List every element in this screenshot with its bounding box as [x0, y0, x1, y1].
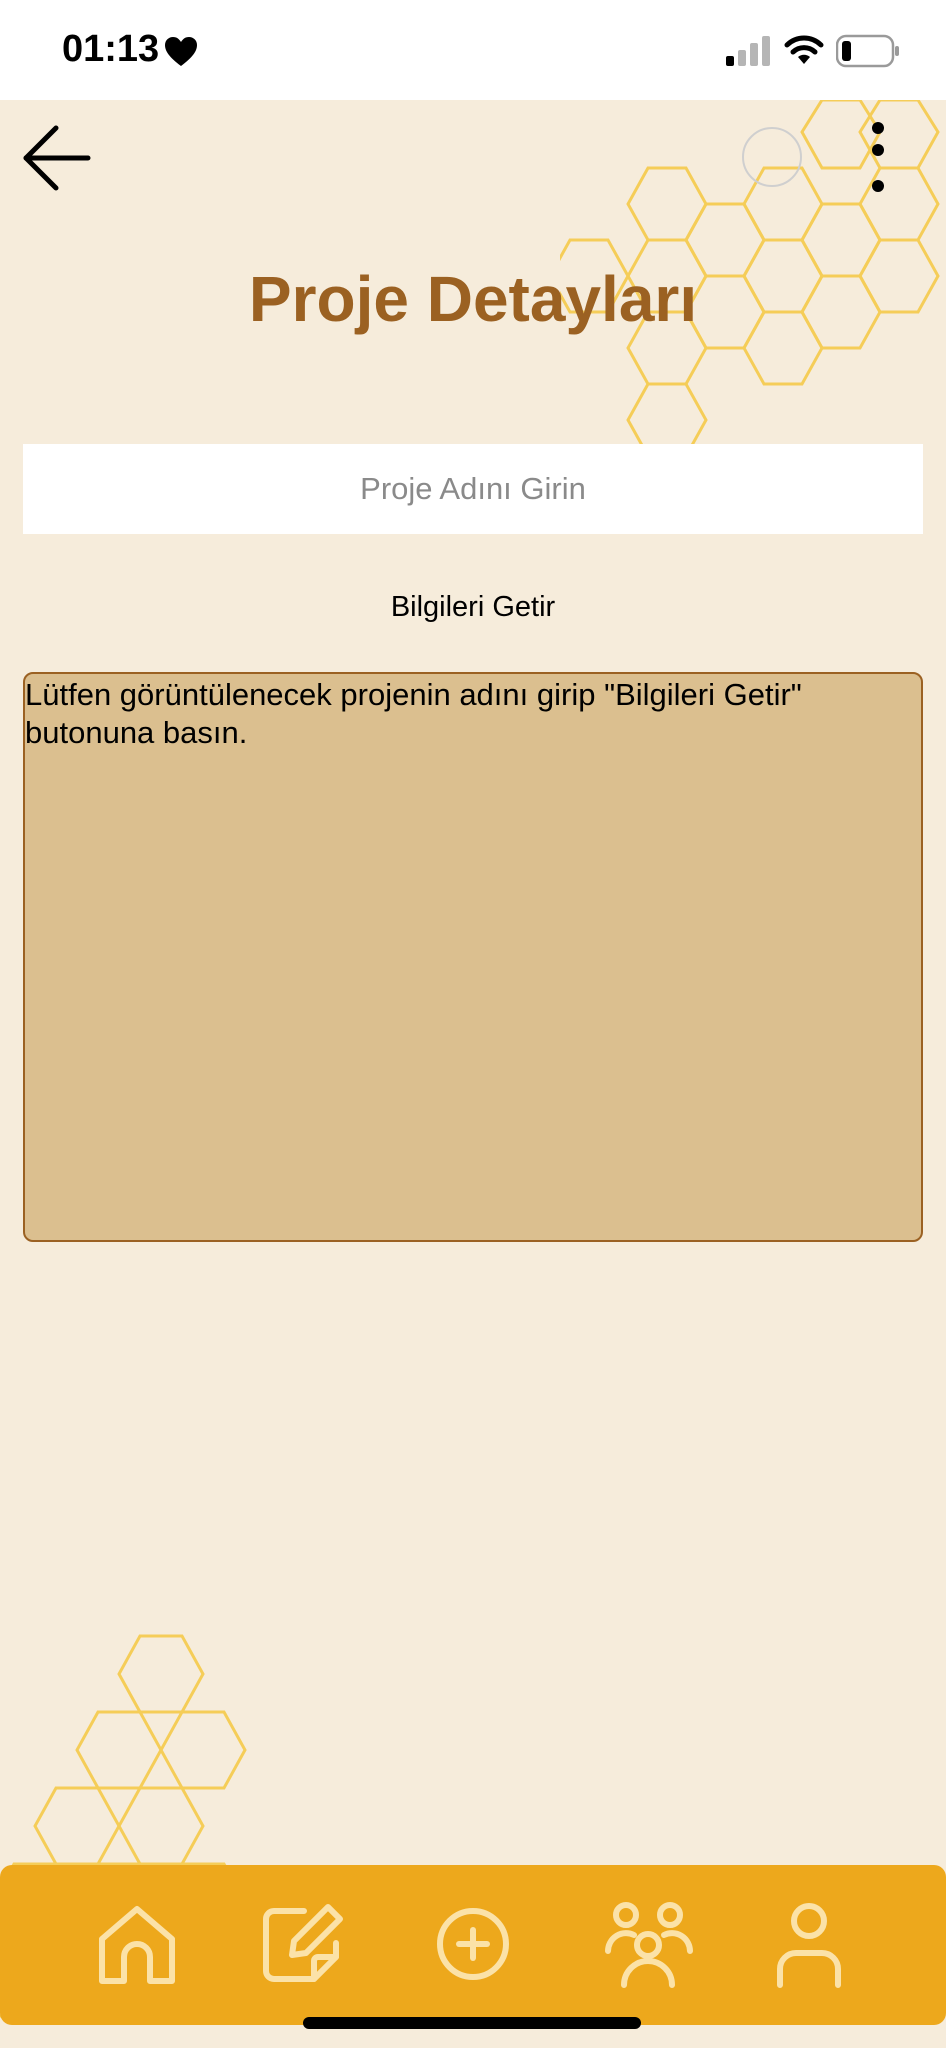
tab-profile[interactable]: [764, 1899, 854, 1989]
team-icon: [605, 1902, 693, 1988]
fetch-info-button[interactable]: Bilgileri Getir: [373, 582, 573, 632]
tab-add[interactable]: [428, 1899, 518, 1989]
info-message: Lütfen görüntülenecek projenin adını gir…: [25, 677, 802, 750]
cellular-signal-icon: [726, 36, 770, 66]
edit-icon: [263, 1904, 343, 1982]
bottom-tab-bar: [0, 1865, 946, 2025]
more-options-button[interactable]: [858, 118, 898, 198]
project-name-input[interactable]: [23, 444, 923, 534]
tab-home[interactable]: [92, 1899, 182, 1989]
profile-circle-button[interactable]: [742, 127, 802, 187]
more-vertical-icon: [872, 122, 884, 192]
arrow-left-icon: [23, 125, 91, 191]
add-circle-icon: [437, 1908, 509, 1980]
heart-icon: [165, 37, 197, 66]
profile-icon: [777, 1903, 841, 1988]
back-button[interactable]: [20, 120, 96, 196]
project-info-box: Lütfen görüntülenecek projenin adını gir…: [23, 672, 923, 1242]
tab-team[interactable]: [604, 1899, 694, 1989]
wifi-icon: [784, 35, 824, 64]
status-time: 01:13: [62, 28, 160, 70]
page-title: Proje Detayları: [248, 263, 698, 335]
status-bar: 01:13: [0, 0, 946, 100]
battery-icon: [836, 34, 899, 68]
home-indicator: [303, 2017, 641, 2029]
tab-edit[interactable]: [256, 1899, 346, 1989]
home-icon: [99, 1906, 175, 1984]
